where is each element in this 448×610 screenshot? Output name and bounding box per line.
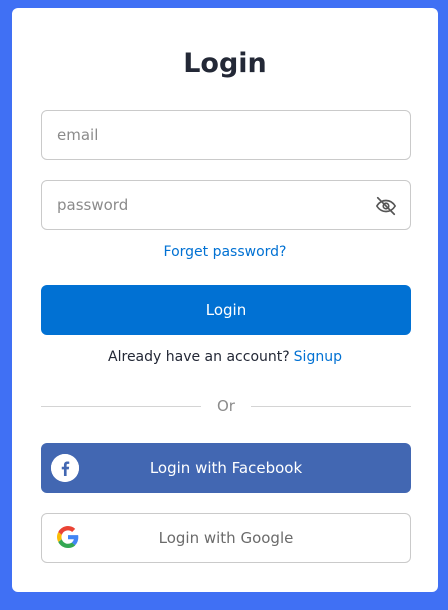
email-field[interactable] [42,111,410,159]
or-divider: Or [41,397,411,417]
login-card: Login Forget password? Login Already hav… [12,8,438,592]
divider-line-right [251,406,411,407]
google-login-button[interactable]: Login with Google [41,513,411,563]
email-field-wrapper [41,110,411,160]
signup-prompt: Already have an account? Signup [12,349,438,365]
forgot-password-link[interactable]: Forget password? [12,244,438,260]
google-login-label: Login with Google [158,529,294,547]
facebook-login-button[interactable]: Login with Facebook [41,443,411,493]
login-button[interactable]: Login [41,285,411,335]
password-field-wrapper [41,180,411,230]
password-field[interactable] [42,181,410,229]
google-icon [56,526,80,550]
facebook-icon [51,454,79,482]
signup-prompt-text: Already have an account? [108,349,290,365]
login-button-label: Login [205,301,247,319]
page-title: Login [183,48,267,79]
facebook-login-label: Login with Facebook [149,459,303,477]
signup-link[interactable]: Signup [294,349,342,365]
eye-off-icon[interactable] [375,195,397,217]
